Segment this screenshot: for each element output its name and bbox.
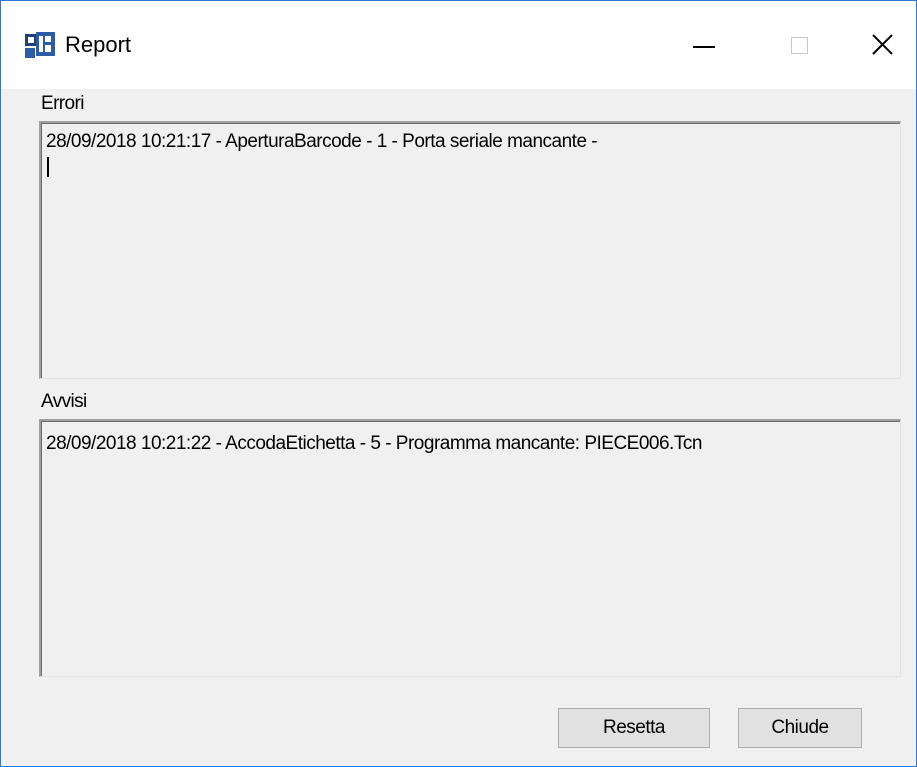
minimize-button[interactable] xyxy=(669,18,739,74)
text-caret xyxy=(47,157,49,177)
title-bar[interactable]: Report xyxy=(1,1,916,89)
close-button[interactable] xyxy=(846,18,916,74)
close-icon xyxy=(872,34,893,55)
window-title: Report xyxy=(65,32,132,57)
avvisi-label: Avvisi xyxy=(41,391,87,412)
errori-textbox[interactable]: 28/09/2018 10:21:17 - AperturaBarcode - … xyxy=(39,121,901,379)
resetta-button[interactable]: Resetta xyxy=(558,708,710,748)
maximize-button[interactable] xyxy=(761,18,831,74)
avvisi-textbox[interactable]: 28/09/2018 10:21:22 - AccodaEtichetta - … xyxy=(39,419,901,677)
errori-label: Errori xyxy=(41,93,84,114)
errori-line: 28/09/2018 10:21:17 - AperturaBarcode - … xyxy=(46,131,598,152)
maximize-icon xyxy=(791,37,808,54)
minimize-icon xyxy=(693,46,715,48)
avvisi-line: 28/09/2018 10:21:22 - AccodaEtichetta - … xyxy=(46,433,702,454)
chiude-button[interactable]: Chiude xyxy=(738,708,862,748)
report-window: Report Errori 28/09/2018 10:21:17 - Aper… xyxy=(0,0,917,767)
app-icon[interactable] xyxy=(25,32,55,58)
